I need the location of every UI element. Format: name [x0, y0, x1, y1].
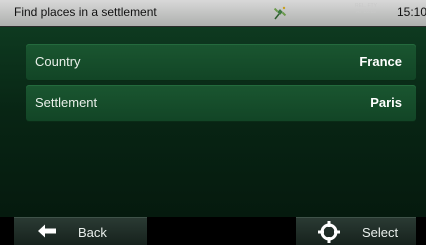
screen: Find places in a settlement REL. FTY AT … — [0, 0, 426, 245]
country-label: Country — [35, 54, 81, 69]
header-bar: Find places in a settlement REL. FTY AT … — [0, 0, 426, 27]
satellite-icon — [272, 5, 288, 21]
settlement-label: Settlement — [35, 95, 98, 110]
settlement-field[interactable]: Settlement Paris — [26, 85, 416, 121]
clock: 15:10 — [397, 5, 426, 19]
country-value: France — [359, 54, 402, 69]
select-button[interactable]: Select — [296, 217, 416, 245]
page-title: Find places in a settlement — [14, 5, 157, 19]
arrow-left-icon — [37, 223, 57, 242]
back-button[interactable]: Back — [14, 217, 147, 245]
footer-bar: Back Select — [0, 217, 426, 245]
back-label: Back — [78, 225, 107, 240]
crosshair-icon — [318, 221, 340, 245]
status-indicator: REL. FTY AT 16:19 — [355, 3, 377, 15]
settlement-value: Paris — [370, 95, 402, 110]
select-label: Select — [362, 225, 399, 240]
main-content: Country France Settlement Paris — [0, 27, 426, 217]
country-field[interactable]: Country France — [26, 44, 416, 80]
